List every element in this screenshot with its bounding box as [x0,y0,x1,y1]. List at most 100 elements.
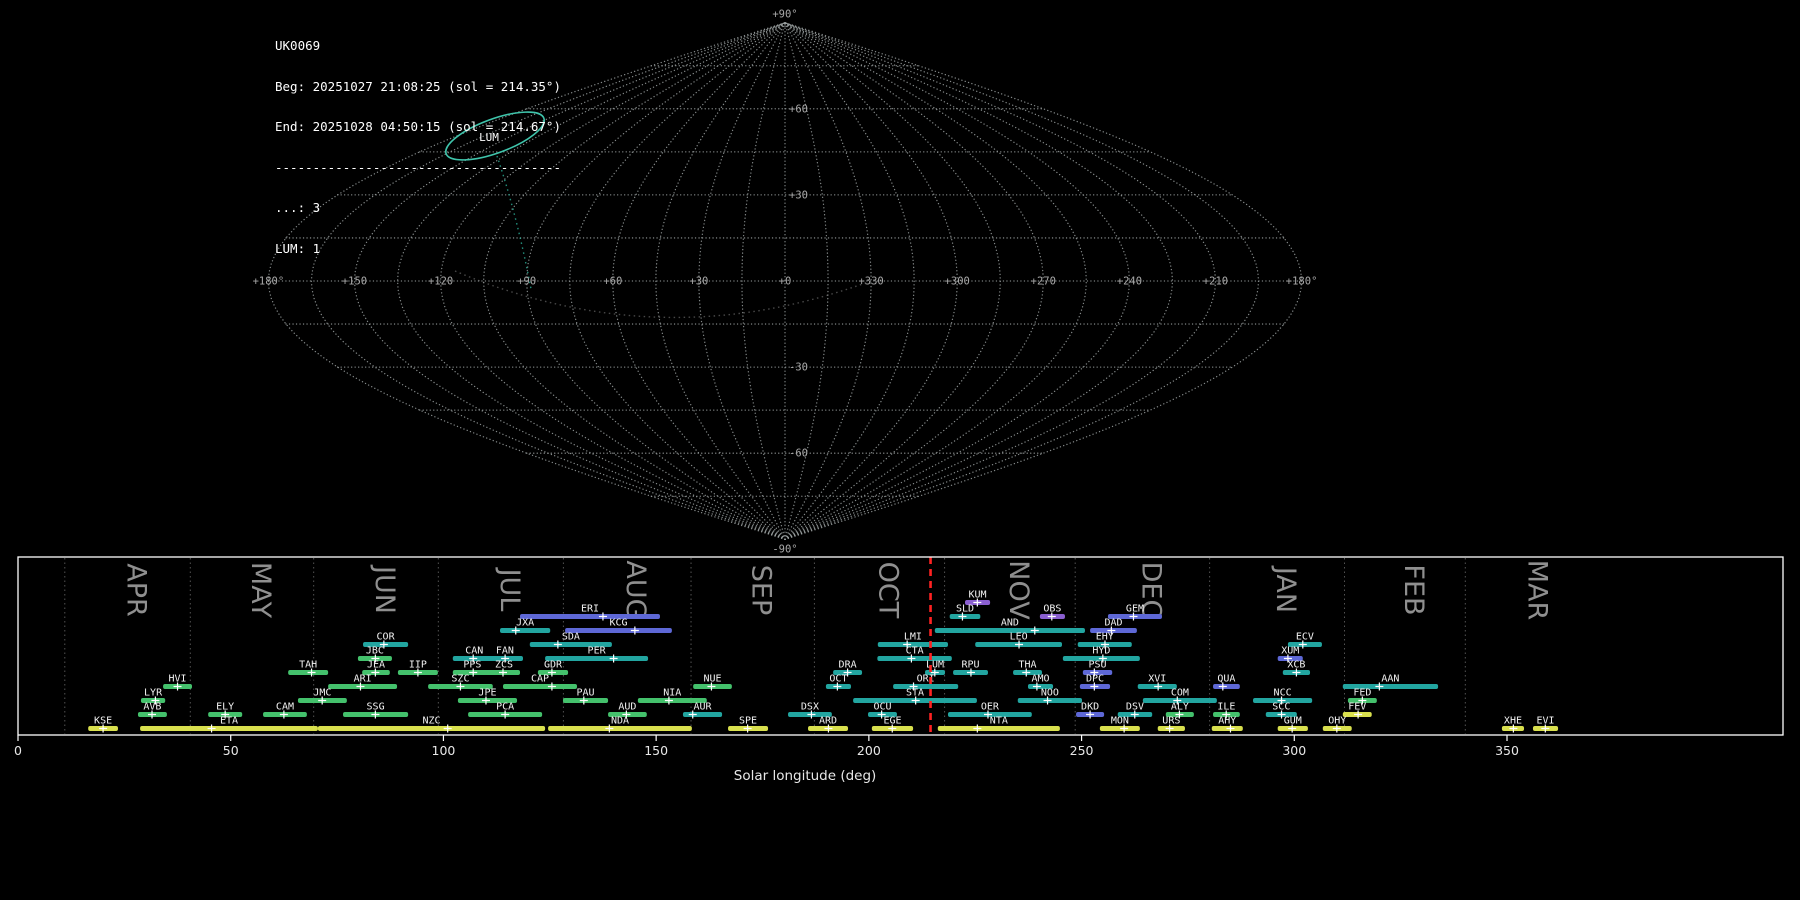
peak-marker-CAP [547,682,556,691]
shower-bar-ETA [140,726,318,731]
shower-label-DSX: DSX [801,702,819,713]
observation-info: UK0069 Beg: 20251027 21:08:25 (sol = 214… [275,12,561,282]
peak-marker-AND [1030,626,1039,635]
shower-label-NUE: NUE [703,674,721,685]
shower-label-ERI: ERI [581,604,599,615]
shower-label-AHY: AHY [1218,716,1236,727]
shower-label-ECV: ECV [1296,632,1314,643]
shower-label-XUM: XUM [1281,646,1299,657]
shower-label-MON: MON [1111,716,1129,727]
month-label: NOV [1003,560,1034,620]
shower-label-CAM: CAM [276,702,294,713]
x-tick-label: 200 [857,743,881,758]
shower-label-GEM: GEM [1126,604,1144,615]
shower-label-GUM: GUM [1284,716,1302,727]
shower-label-AND: AND [1001,618,1019,629]
x-tick-label: 350 [1495,743,1519,758]
lon-label: +0 [779,276,792,288]
month-label: JUN [369,564,400,614]
shower-label-KCG: KCG [609,618,627,629]
station-id: UK0069 [275,38,321,53]
x-tick-label: 250 [1070,743,1094,758]
shower-label-CAN: CAN [465,646,483,657]
shower-label-CAP: CAP [531,674,549,685]
shower-label-COM: COM [1171,688,1189,699]
shower-bar-JXA [500,628,551,633]
lat-label: -90° [772,543,797,555]
radiant-map-window: UK0069 Beg: 20251027 21:08:25 (sol = 214… [0,0,1800,900]
shower-label-OCU: OCU [873,702,891,713]
shower-label-ZCS: ZCS [495,660,513,671]
month-label: JAN [1270,565,1301,613]
lon-label: +330 [858,276,883,288]
shower-label-PPS: PPS [463,660,481,671]
shower-bar-KCG [565,628,672,633]
lon-label: +180° [1286,276,1318,288]
scene-canvas: LUM+180° +150 +120 +90 +60 +30 +0 +330 +300 +270 +… [14,9,1784,784]
peak-marker-SDA [553,640,562,649]
peak-marker-ETA [207,724,216,733]
shower-label-PER: PER [588,646,607,657]
shower-label-NIA: NIA [663,688,681,699]
shower-bar-NZC [317,726,546,731]
shower-label-THA: THA [1019,660,1037,671]
lat-label: +60 [789,103,808,115]
shower-label-AMO: AMO [1031,674,1049,685]
x-tick-label: 50 [223,743,239,758]
shower-label-SLD: SLD [956,604,974,615]
x-tick-label: 100 [432,743,456,758]
shower-label-QUA: QUA [1217,674,1235,685]
info-separator: -------------------------------------- [275,159,561,175]
shower-label-DPC: DPC [1086,674,1104,685]
lat-label: -30 [789,362,808,374]
shower-label-XVI: XVI [1148,674,1166,685]
shower-label-NZC: NZC [422,716,440,727]
shower-label-PAU: PAU [576,688,594,699]
shower-label-SDA: SDA [562,632,580,643]
shower-bar-MON [1099,726,1140,731]
shower-label-FEV: FEV [1348,702,1366,713]
lon-label: +240 [1117,276,1142,288]
peak-marker-NTA [973,724,982,733]
shower-label-OCT: OCT [829,674,847,685]
month-label: SEP [746,565,777,615]
shower-label-OBS: OBS [1043,604,1061,615]
lon-label: +210 [1203,276,1228,288]
shower-label-STA: STA [906,688,924,699]
lon-label: +270 [1031,276,1056,288]
shower-bar-NTA [937,726,1060,731]
shower-label-CTA: CTA [906,646,924,657]
shower-label-NOO: NOO [1041,688,1059,699]
shower-label-URS: URS [1162,716,1180,727]
lat-label: -60 [789,448,808,460]
shower-label-OER: OER [981,702,1000,713]
x-tick-label: 0 [14,743,22,758]
x-tick-label: 300 [1282,743,1306,758]
shower-bar-CAP [502,684,578,689]
shower-label-AUR: AUR [693,702,712,713]
lat-label: +30 [789,189,808,201]
month-label: APR [121,563,152,617]
shower-label-DAD: DAD [1104,618,1122,629]
peak-marker-ERI [598,612,607,621]
peak-marker-KCG [630,626,639,635]
shower-label-ETA: ETA [220,716,238,727]
shower-label-AAN: AAN [1381,674,1399,685]
shower-label-ARI: ARI [354,674,372,685]
month-label: OCT [873,562,904,619]
shower-label-NCC: NCC [1274,688,1292,699]
obs-begin: Beg: 20251027 21:08:25 (sol = 214.35°) [275,78,561,94]
peak-marker-PER [609,654,618,663]
shower-bar-ERI [520,614,660,619]
count-lum: LUM: 1 [275,240,321,256]
shower-label-PSU: PSU [1088,660,1106,671]
lon-label: +60 [603,276,622,288]
shower-label-TAH: TAH [299,660,317,671]
x-axis-title: Solar longitude (deg) [734,768,877,784]
month-label: AUG [620,560,651,619]
lon-label: +30 [689,276,708,288]
count-sporadic: ...: 3 [275,200,321,215]
peak-marker-NZC [443,724,452,733]
month-label: FEB [1398,564,1429,615]
month-label: MAR [1522,560,1553,621]
